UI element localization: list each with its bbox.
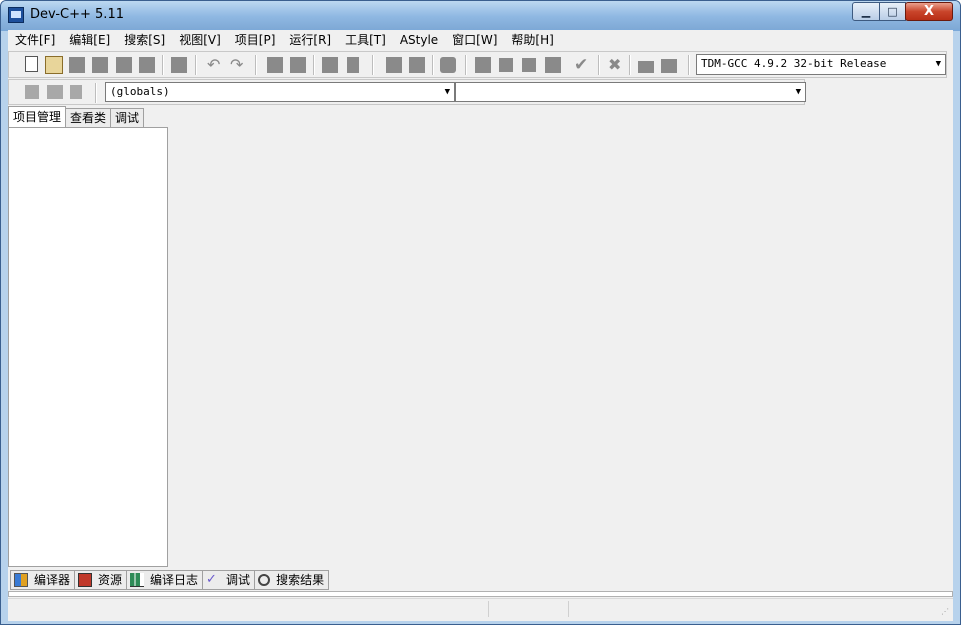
save-all-icon[interactable] bbox=[92, 57, 108, 73]
run-icon[interactable] bbox=[499, 58, 513, 72]
toolbar-separator bbox=[313, 55, 315, 75]
stop-execution-icon[interactable]: ✖ bbox=[608, 56, 626, 74]
project-panel: 项目管理 查看类 调试 bbox=[8, 106, 168, 567]
rebuild-all-icon[interactable] bbox=[545, 57, 561, 73]
maximize-icon: □ bbox=[887, 5, 898, 18]
open-file-icon[interactable] bbox=[45, 56, 63, 74]
unindent-icon[interactable] bbox=[409, 57, 425, 73]
tab-project-manager[interactable]: 项目管理 bbox=[8, 106, 67, 127]
tab-debug-output[interactable]: ✓ 调试 bbox=[202, 570, 256, 590]
close-icon: X bbox=[923, 4, 935, 19]
compile-run-icon[interactable] bbox=[522, 58, 536, 72]
menu-edit[interactable]: 编辑[E] bbox=[62, 30, 117, 50]
toolbar-separator bbox=[255, 55, 257, 75]
delete-profile-icon[interactable] bbox=[661, 59, 677, 73]
indent-icon[interactable] bbox=[386, 57, 402, 73]
bar-chart-icon bbox=[130, 573, 145, 587]
project-tree[interactable] bbox=[8, 127, 168, 567]
chevron-down-icon: ▼ bbox=[795, 87, 801, 97]
scope-select-value: (globals) bbox=[110, 85, 170, 98]
new-file-icon[interactable] bbox=[25, 56, 38, 72]
profile-icon[interactable] bbox=[638, 61, 654, 73]
compiler-select[interactable]: TDM-GCC 4.9.2 32-bit Release ▼ bbox=[696, 54, 946, 75]
close-button[interactable]: X bbox=[905, 2, 953, 21]
tab-compiler-label: 编译器 bbox=[34, 572, 71, 587]
toolbar-separator bbox=[162, 55, 164, 75]
new-project-icon[interactable] bbox=[25, 85, 39, 99]
toolbar-separator bbox=[95, 83, 97, 103]
main-toolbar: ↶ ↷ ✔ ✖ TDM-GCC 4.9.2 32-bit Release ▼ bbox=[8, 51, 947, 78]
undo-icon[interactable]: ↶ bbox=[207, 56, 225, 74]
tab-class-view[interactable]: 查看类 bbox=[65, 108, 112, 127]
tab-resources[interactable]: 资源 bbox=[74, 570, 128, 590]
resources-icon bbox=[78, 573, 93, 587]
menu-tools[interactable]: 工具[T] bbox=[338, 30, 393, 50]
toolbar-separator bbox=[195, 55, 197, 75]
goto-function-icon[interactable] bbox=[347, 57, 359, 73]
replace-icon[interactable] bbox=[290, 57, 306, 73]
chevron-down-icon: ▼ bbox=[935, 59, 941, 69]
close-all-icon[interactable] bbox=[139, 57, 155, 73]
menu-run[interactable]: 运行[R] bbox=[282, 30, 338, 50]
client-area: 文件[F] 编辑[E] 搜索[S] 视图[V] 项目[P] 运行[R] 工具[T… bbox=[8, 30, 953, 621]
title-bar[interactable]: Dev-C++ 5.11 ▁ □ X bbox=[1, 1, 960, 29]
close-file-icon[interactable] bbox=[116, 57, 132, 73]
tab-search-results-label: 搜索结果 bbox=[276, 572, 325, 587]
menu-astyle[interactable]: AStyle bbox=[393, 30, 445, 50]
resize-grip-icon[interactable]: ⋰ bbox=[941, 607, 951, 617]
menu-search[interactable]: 搜索[S] bbox=[117, 30, 172, 50]
check-icon: ✓ bbox=[206, 572, 217, 587]
status-cell-divider bbox=[488, 601, 489, 617]
find-icon[interactable] bbox=[267, 57, 283, 73]
tab-debug[interactable]: 调试 bbox=[110, 108, 145, 127]
menu-view[interactable]: 视图[V] bbox=[172, 30, 228, 50]
minimize-button[interactable]: ▁ bbox=[852, 2, 880, 21]
tab-compile-log[interactable]: 编译日志 bbox=[126, 570, 204, 590]
bottom-panel-splitter[interactable] bbox=[8, 591, 953, 597]
tab-search-results[interactable]: 搜索结果 bbox=[254, 570, 330, 590]
tab-compile-log-label: 编译日志 bbox=[150, 572, 199, 587]
tab-compiler[interactable]: 编译器 bbox=[10, 570, 76, 590]
class-browser-toolbar: (globals) ▼ ▼ bbox=[8, 79, 806, 105]
redo-icon[interactable]: ↷ bbox=[230, 56, 248, 74]
check-syntax-icon[interactable]: ✔ bbox=[574, 56, 592, 74]
print-icon[interactable] bbox=[171, 57, 187, 73]
status-cell-divider bbox=[568, 601, 569, 617]
app-window: Dev-C++ 5.11 ▁ □ X 文件[F] 编辑[E] 搜索[S] 视图[… bbox=[0, 0, 961, 625]
left-panel-tabs: 项目管理 查看类 调试 bbox=[8, 106, 145, 128]
maximize-button[interactable]: □ bbox=[879, 2, 906, 21]
magnifier-icon bbox=[258, 574, 271, 586]
status-bar: ⋰ bbox=[8, 598, 953, 619]
devcpp-app-icon[interactable] bbox=[8, 7, 24, 23]
menu-bar: 文件[F] 编辑[E] 搜索[S] 视图[V] 项目[P] 运行[R] 工具[T… bbox=[8, 30, 953, 50]
menu-window[interactable]: 窗口[W] bbox=[445, 30, 504, 50]
goto-line-icon[interactable] bbox=[322, 57, 338, 73]
save-icon[interactable] bbox=[69, 57, 85, 73]
menu-project[interactable]: 项目[P] bbox=[228, 30, 283, 50]
tab-resources-label: 资源 bbox=[98, 572, 123, 587]
menu-file[interactable]: 文件[F] bbox=[8, 30, 62, 50]
window-title: Dev-C++ 5.11 bbox=[30, 7, 124, 22]
compile-icon[interactable] bbox=[475, 57, 491, 73]
remove-from-project-icon[interactable] bbox=[70, 85, 82, 99]
member-select[interactable]: ▼ bbox=[455, 82, 806, 102]
tab-debug-output-label: 调试 bbox=[226, 572, 251, 587]
toolbar-separator bbox=[432, 55, 434, 75]
grid-icon bbox=[14, 573, 28, 587]
add-to-project-icon[interactable] bbox=[47, 85, 63, 99]
compiler-select-value: TDM-GCC 4.9.2 32-bit Release bbox=[701, 57, 887, 70]
scope-select[interactable]: (globals) ▼ bbox=[105, 82, 455, 102]
toolbar-separator bbox=[372, 55, 374, 75]
toggle-comment-icon[interactable] bbox=[440, 57, 456, 73]
toolbar-separator bbox=[688, 55, 690, 75]
minimize-icon: ▁ bbox=[861, 5, 871, 18]
toolbar-separator bbox=[629, 55, 631, 75]
bottom-panel-tabs: 编译器 资源 编译日志 ✓ 调试 搜索结果 bbox=[10, 570, 330, 590]
editor-area[interactable] bbox=[170, 108, 953, 567]
toolbar-separator bbox=[465, 55, 467, 75]
toolbar-separator bbox=[598, 55, 600, 75]
chevron-down-icon: ▼ bbox=[444, 87, 450, 97]
menu-help[interactable]: 帮助[H] bbox=[504, 30, 560, 50]
